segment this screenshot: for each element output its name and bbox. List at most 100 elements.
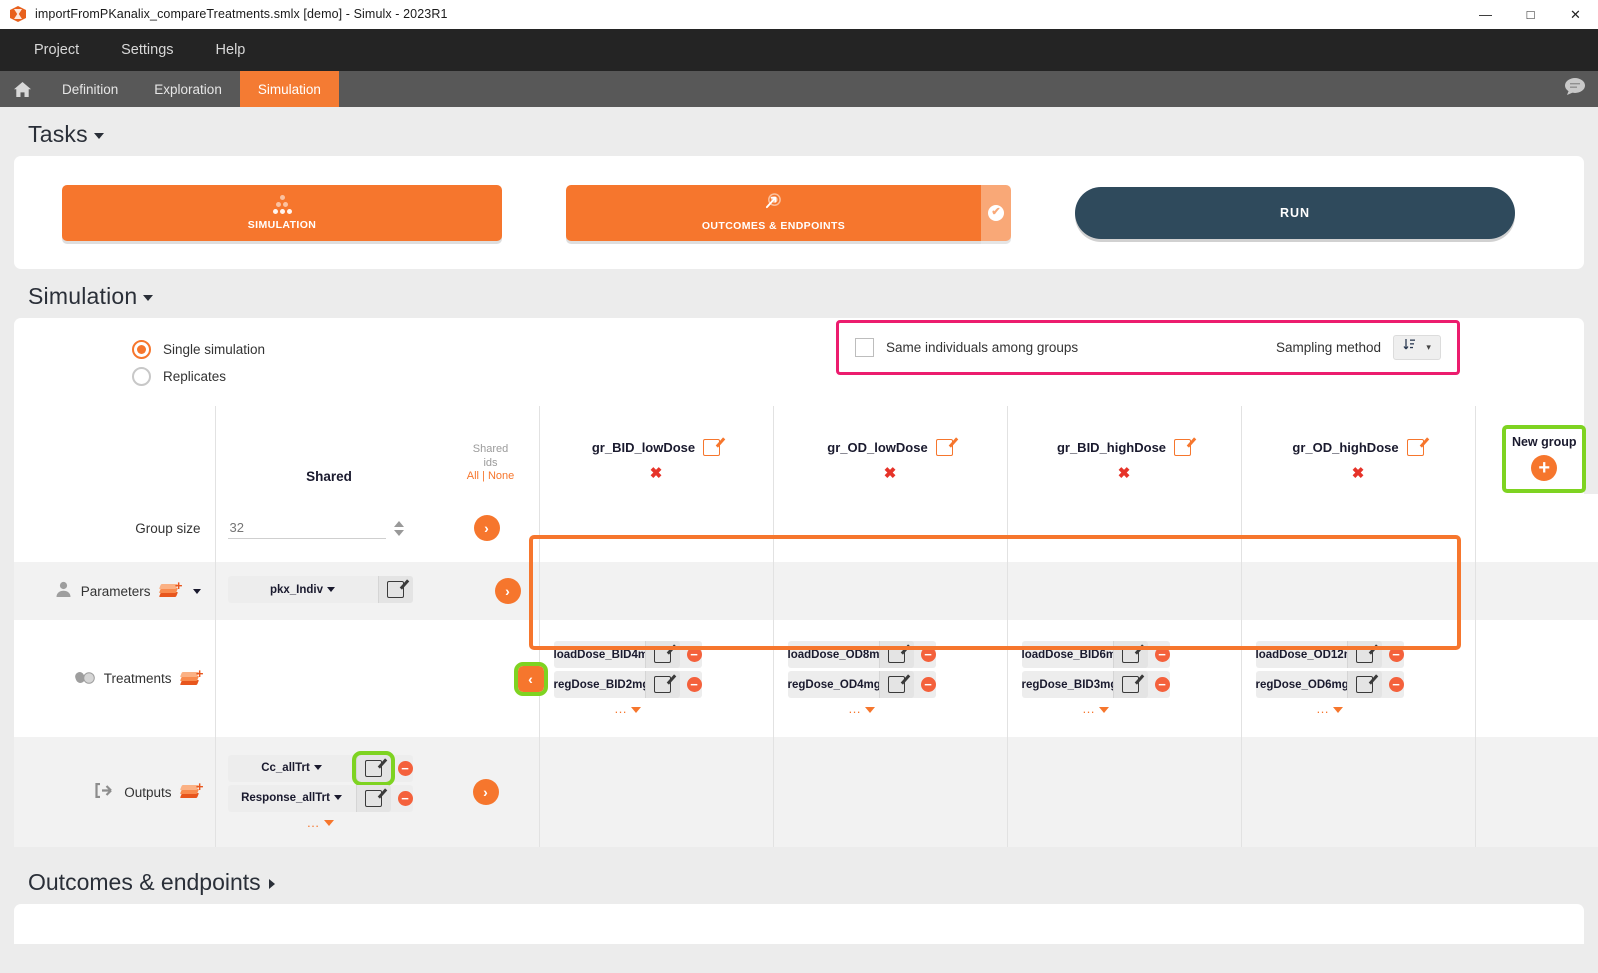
group-size-stepper[interactable] xyxy=(394,521,404,536)
radio-replicates[interactable]: Replicates xyxy=(132,367,265,386)
remove-treatment-button[interactable]: − xyxy=(1155,677,1170,692)
edit-icon[interactable] xyxy=(1407,439,1424,456)
chevron-down-icon xyxy=(143,295,153,301)
group-name-label: gr_OD_lowDose xyxy=(827,440,927,455)
outputs-cell-4 xyxy=(1241,737,1475,847)
expand-group-size-button[interactable]: › xyxy=(474,515,500,541)
edit-treatment-button[interactable] xyxy=(879,671,914,698)
add-layers-icon[interactable]: + xyxy=(181,784,201,800)
simulation-section-title[interactable]: Simulation xyxy=(0,269,1598,318)
menu-project[interactable]: Project xyxy=(16,36,97,64)
outcomes-section-title[interactable]: Outcomes & endpoints xyxy=(0,847,1598,904)
remove-treatment-button[interactable]: − xyxy=(1389,677,1404,692)
edit-treatment-button[interactable] xyxy=(1113,671,1148,698)
outcomes-task-button[interactable]: OUTCOMES & ENDPOINTS xyxy=(566,185,981,241)
chat-bubble-icon[interactable] xyxy=(1564,77,1586,101)
outcomes-task-status[interactable]: ✔ xyxy=(981,185,1011,241)
parameter-pill[interactable]: pkx_Indiv xyxy=(228,576,413,603)
remove-output-button[interactable]: − xyxy=(398,761,413,776)
stepper-down-icon[interactable] xyxy=(394,530,404,536)
collapse-treatments-button[interactable]: ‹ xyxy=(518,666,544,692)
edit-treatment-button[interactable] xyxy=(879,641,914,668)
remove-output-button[interactable]: − xyxy=(398,791,413,806)
remove-treatment-button[interactable]: − xyxy=(921,647,936,662)
same-individuals-checkbox[interactable] xyxy=(855,338,874,357)
row-label-outputs: Outputs xyxy=(124,785,171,800)
minimize-button[interactable]: — xyxy=(1463,0,1508,29)
treatment-pill[interactable]: regDose_BID3mg − xyxy=(1022,671,1170,698)
parameters-shared-cell: pkx_Indiv › xyxy=(215,562,539,620)
menu-help[interactable]: Help xyxy=(198,36,264,64)
new-group-button[interactable]: New group + xyxy=(1502,425,1586,493)
shared-ids-none-link[interactable]: None xyxy=(488,470,514,482)
treatment-pill[interactable]: regDose_OD6mg − xyxy=(1256,671,1404,698)
maximize-button[interactable]: □ xyxy=(1508,0,1553,29)
tab-simulation[interactable]: Simulation xyxy=(240,71,339,107)
same-individuals-panel: Same individuals among groups Sampling m… xyxy=(836,320,1460,375)
edit-treatment-button[interactable] xyxy=(1113,641,1148,668)
simulation-mode-radios: Single simulation Replicates xyxy=(132,340,265,394)
shared-ids-all-link[interactable]: All xyxy=(467,470,479,482)
output-name-label: Response_allTrt xyxy=(228,792,356,804)
remove-treatment-button[interactable]: − xyxy=(687,647,702,662)
add-layers-icon[interactable]: + xyxy=(160,583,180,599)
output-pill[interactable]: Response_allTrt − xyxy=(228,785,413,812)
remove-group-icon[interactable]: ✖ xyxy=(774,464,1007,482)
treatment-pill[interactable]: loadDose_BID6mg − xyxy=(1022,641,1170,668)
edit-icon[interactable] xyxy=(936,439,953,456)
treatment-pill[interactable]: regDose_OD4mg − xyxy=(788,671,936,698)
stepper-up-icon[interactable] xyxy=(394,521,404,527)
treatments-shared-cell: ‹ xyxy=(215,620,539,737)
remove-treatment-button[interactable]: − xyxy=(1389,647,1404,662)
sampling-method-dropdown[interactable]: ▾ xyxy=(1393,335,1441,360)
edit-treatment-button[interactable] xyxy=(645,671,680,698)
edit-treatment-button[interactable] xyxy=(1347,671,1382,698)
simulation-task-button[interactable]: SIMULATION xyxy=(62,185,502,241)
edit-output-button[interactable] xyxy=(356,755,391,782)
add-layers-icon[interactable]: + xyxy=(181,671,201,687)
sampling-method-group: Sampling method ▾ xyxy=(1276,335,1441,360)
tab-exploration[interactable]: Exploration xyxy=(136,71,240,107)
chevron-down-icon[interactable] xyxy=(193,589,201,594)
remove-treatment-button[interactable]: − xyxy=(687,677,702,692)
tasks-section-title[interactable]: Tasks xyxy=(0,107,1598,156)
shared-header-cell: Shared Shared ids All | None xyxy=(215,406,539,494)
treatment-pill[interactable]: loadDose_OD12mg − xyxy=(1256,641,1404,668)
group-size-input[interactable] xyxy=(228,517,386,539)
remove-treatment-button[interactable]: − xyxy=(1155,647,1170,662)
treatment-pill[interactable]: loadDose_OD8mg − xyxy=(788,641,936,668)
grid-row-group-size: Group size › xyxy=(14,494,1598,562)
edit-icon[interactable] xyxy=(1174,439,1191,456)
more-treatments-button[interactable]: … xyxy=(554,701,702,716)
more-treatments-button[interactable]: … xyxy=(1022,701,1170,716)
grid-row-treatments: Treatments + ‹ loadDose_BID4mg xyxy=(14,620,1598,737)
close-button[interactable]: ✕ xyxy=(1553,0,1598,29)
more-treatments-button[interactable]: … xyxy=(788,701,936,716)
remove-group-icon[interactable]: ✖ xyxy=(1008,464,1241,482)
more-treatments-button[interactable]: … xyxy=(1256,701,1404,716)
edit-treatment-button[interactable] xyxy=(645,641,680,668)
tab-definition[interactable]: Definition xyxy=(44,71,136,107)
edit-output-button[interactable] xyxy=(356,785,391,812)
outputs-cell-2 xyxy=(773,737,1007,847)
treatment-pill[interactable]: loadDose_BID4mg − xyxy=(554,641,702,668)
treatment-pill[interactable]: regDose_BID2mg − xyxy=(554,671,702,698)
check-icon: ✔ xyxy=(988,205,1004,221)
treatments-cell-bid-lowdose: loadDose_BID4mg − regDose_BID2mg − … xyxy=(539,620,773,737)
grid-header-row: Shared Shared ids All | None xyxy=(14,406,1598,494)
edit-icon xyxy=(654,676,671,693)
run-button[interactable]: RUN xyxy=(1075,187,1515,239)
remove-group-icon[interactable]: ✖ xyxy=(1242,464,1475,482)
home-icon[interactable] xyxy=(0,71,44,107)
edit-treatment-button[interactable] xyxy=(1347,641,1382,668)
edit-parameter-button[interactable] xyxy=(378,576,413,603)
radio-single-simulation[interactable]: Single simulation xyxy=(132,340,265,359)
remove-group-icon[interactable]: ✖ xyxy=(540,464,773,482)
expand-parameters-button[interactable]: › xyxy=(495,578,521,604)
remove-treatment-button[interactable]: − xyxy=(921,677,936,692)
output-pill[interactable]: Cc_allTrt − xyxy=(228,755,413,782)
menu-settings[interactable]: Settings xyxy=(103,36,191,64)
expand-outputs-button[interactable]: › xyxy=(473,779,499,805)
more-outputs-button[interactable]: … xyxy=(228,815,413,830)
edit-icon[interactable] xyxy=(703,439,720,456)
